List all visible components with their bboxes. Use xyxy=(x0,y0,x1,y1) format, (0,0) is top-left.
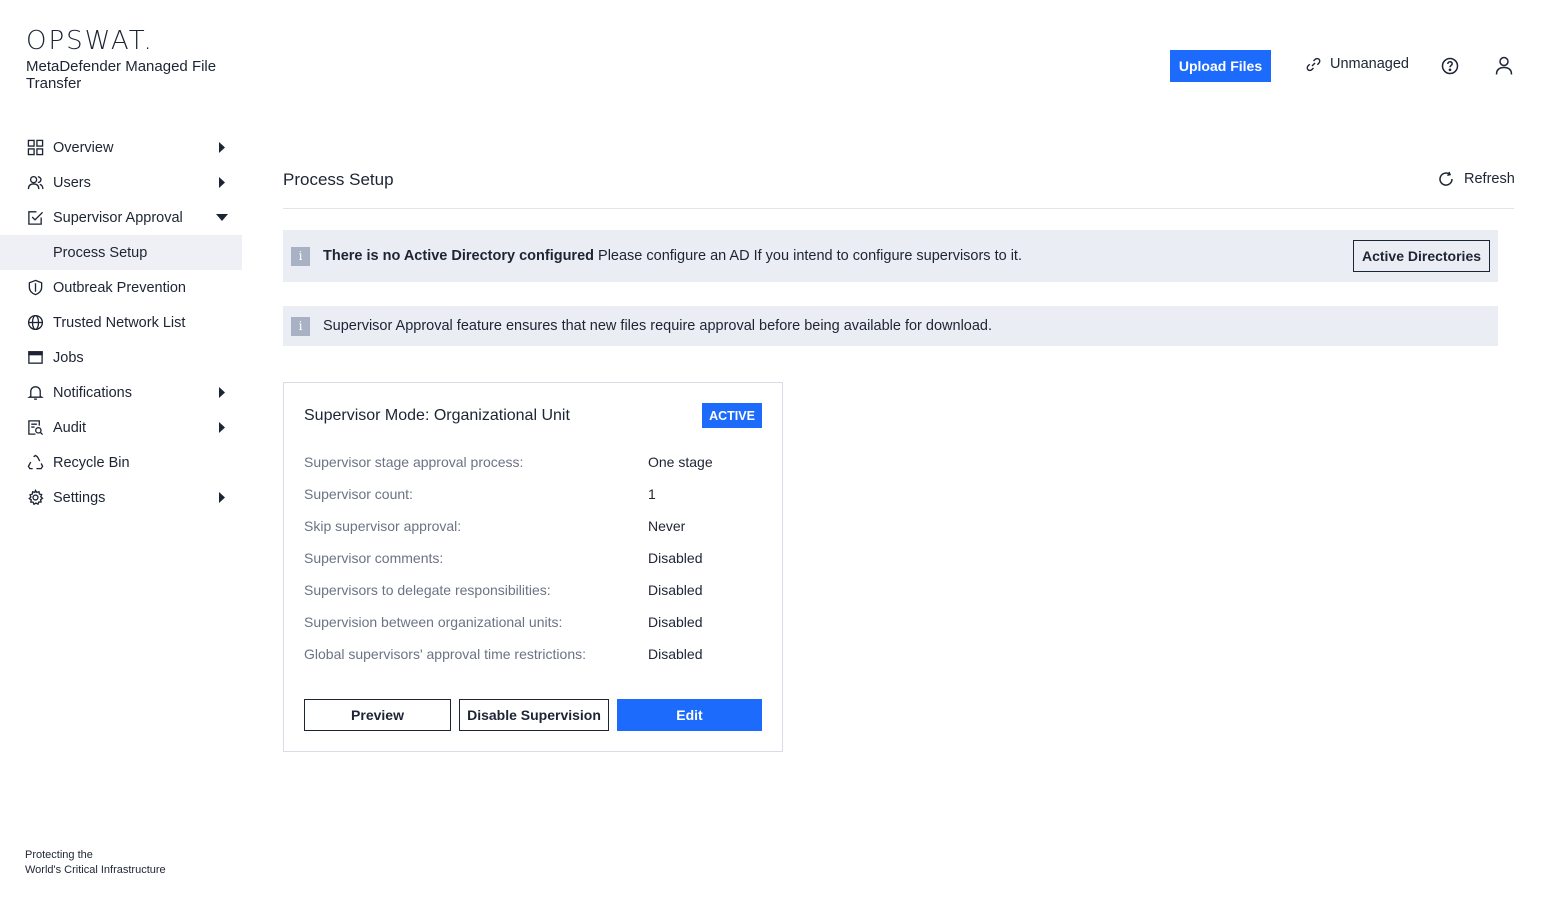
setting-value: Disabled xyxy=(648,646,703,662)
sidebar-item-trusted-network-list[interactable]: Trusted Network List xyxy=(0,305,242,340)
globe-icon xyxy=(26,314,44,332)
tagline-line: Protecting the xyxy=(25,849,93,861)
settings-row: Supervisors to delegate responsibilities… xyxy=(304,574,764,606)
settings-row: Skip supervisor approval: Never xyxy=(304,510,764,542)
shield-icon xyxy=(26,279,44,297)
sidebar-item-outbreak-prevention[interactable]: Outbreak Prevention xyxy=(0,270,242,305)
supervisor-mode-card: Supervisor Mode: Organizational Unit ACT… xyxy=(283,382,783,752)
sidebar-item-label: Jobs xyxy=(53,349,84,366)
sidebar-item-label: Process Setup xyxy=(53,244,148,261)
sidebar-item-jobs[interactable]: Jobs xyxy=(0,340,242,375)
setting-value: Disabled xyxy=(648,550,703,566)
users-icon xyxy=(26,174,44,192)
setting-value: One stage xyxy=(648,454,713,470)
help-icon[interactable] xyxy=(1441,57,1459,75)
sidebar-item-process-setup[interactable]: Process Setup xyxy=(0,235,242,270)
ad-alert-bold: There is no Active Directory configured xyxy=(323,248,594,264)
sidebar-item-label: Users xyxy=(53,174,91,191)
ad-alert: i There is no Active Directory configure… xyxy=(283,230,1498,282)
sidebar-nav: Overview Users Supervisor Approval Proce… xyxy=(0,130,242,515)
caret-right-icon xyxy=(219,492,225,503)
sidebar-item-label: Supervisor Approval xyxy=(53,209,183,226)
sidebar-item-audit[interactable]: Audit xyxy=(0,410,242,445)
info-alert-text: Supervisor Approval feature ensures that… xyxy=(323,318,993,334)
edit-button[interactable]: Edit xyxy=(617,699,762,731)
sidebar-item-notifications[interactable]: Notifications xyxy=(0,375,242,410)
active-directories-button[interactable]: Active Directories xyxy=(1353,240,1490,272)
header-divider xyxy=(283,208,1514,209)
refresh-button[interactable]: Refresh xyxy=(1438,171,1515,187)
unmanaged-link[interactable]: Unmanaged xyxy=(1306,56,1409,72)
unmanaged-label: Unmanaged xyxy=(1330,56,1409,72)
sidebar-item-label: Overview xyxy=(53,139,114,156)
setting-key: Supervisor comments: xyxy=(304,550,444,566)
sidebar-item-users[interactable]: Users xyxy=(0,165,242,200)
setting-key: Skip supervisor approval: xyxy=(304,518,462,534)
refresh-icon xyxy=(1439,171,1453,186)
setting-value: Never xyxy=(648,518,686,534)
window-icon xyxy=(26,349,44,367)
caret-down-icon xyxy=(216,214,228,221)
link-icon xyxy=(1306,57,1321,71)
gear-icon xyxy=(26,489,44,507)
product-name: MetaDefender Managed File Transfer xyxy=(26,58,217,92)
sidebar-item-label: Settings xyxy=(53,489,106,506)
settings-row: Global supervisors' approval time restri… xyxy=(304,638,764,670)
sidebar-item-label: Trusted Network List xyxy=(53,314,186,331)
settings-row: Supervisor count: 1 xyxy=(304,478,764,510)
ad-alert-message: Please configure an AD If you intend to … xyxy=(594,248,1022,264)
caret-right-icon xyxy=(219,177,225,188)
caret-right-icon xyxy=(219,387,225,398)
audit-icon xyxy=(26,419,44,437)
sidebar-item-recycle-bin[interactable]: Recycle Bin xyxy=(0,445,242,480)
settings-row: Supervisor comments: Disabled xyxy=(304,542,764,574)
disable-supervision-button[interactable]: Disable Supervision xyxy=(459,699,609,731)
opswat-logo: OPSWAT. xyxy=(26,26,154,56)
brand-logo: OPSWAT. MetaDefender Managed File Transf… xyxy=(26,26,226,92)
setting-key: Supervision between organizational units… xyxy=(304,614,563,630)
grid-icon xyxy=(26,139,44,157)
setting-key: Supervisors to delegate responsibilities… xyxy=(304,582,551,598)
info-alert: i Supervisor Approval feature ensures th… xyxy=(283,306,1498,346)
setting-value: 1 xyxy=(648,486,656,502)
setting-value: Disabled xyxy=(648,614,703,630)
footer-tagline: Protecting the World's Critical Infrastr… xyxy=(25,848,166,878)
settings-list: Supervisor stage approval process: One st… xyxy=(304,446,764,670)
sidebar-item-supervisor-approval[interactable]: Supervisor Approval xyxy=(0,200,242,235)
setting-value: Disabled xyxy=(648,582,703,598)
ad-alert-text: There is no Active Directory configured … xyxy=(323,248,1022,264)
sidebar-item-label: Audit xyxy=(53,419,87,436)
setting-key: Supervisor stage approval process: xyxy=(304,454,524,470)
page-title: Process Setup xyxy=(283,170,394,189)
settings-row: Supervision between organizational units… xyxy=(304,606,764,638)
tagline-line: World's Critical Infrastructure xyxy=(25,864,166,876)
upload-files-button[interactable]: Upload Files xyxy=(1170,50,1271,82)
user-icon[interactable] xyxy=(1495,56,1513,75)
refresh-label: Refresh xyxy=(1464,171,1515,187)
checkbox-icon xyxy=(26,209,44,227)
caret-right-icon xyxy=(219,142,225,153)
sidebar-item-overview[interactable]: Overview xyxy=(0,130,242,165)
info-icon: i xyxy=(291,246,310,266)
card-title: Supervisor Mode: Organizational Unit xyxy=(304,407,570,424)
sidebar-item-label: Recycle Bin xyxy=(53,454,130,471)
recycle-icon xyxy=(26,454,44,472)
preview-button[interactable]: Preview xyxy=(304,699,451,731)
settings-row: Supervisor stage approval process: One st… xyxy=(304,446,764,478)
info-icon: i xyxy=(291,316,310,336)
sidebar-item-label: Notifications xyxy=(53,384,132,401)
sidebar-item-label: Outbreak Prevention xyxy=(53,279,186,296)
setting-key: Global supervisors' approval time restri… xyxy=(304,646,587,662)
caret-right-icon xyxy=(219,422,225,433)
sidebar-item-settings[interactable]: Settings xyxy=(0,480,242,515)
bell-icon xyxy=(26,384,44,402)
setting-key: Supervisor count: xyxy=(304,486,413,502)
status-badge: ACTIVE xyxy=(702,403,762,428)
